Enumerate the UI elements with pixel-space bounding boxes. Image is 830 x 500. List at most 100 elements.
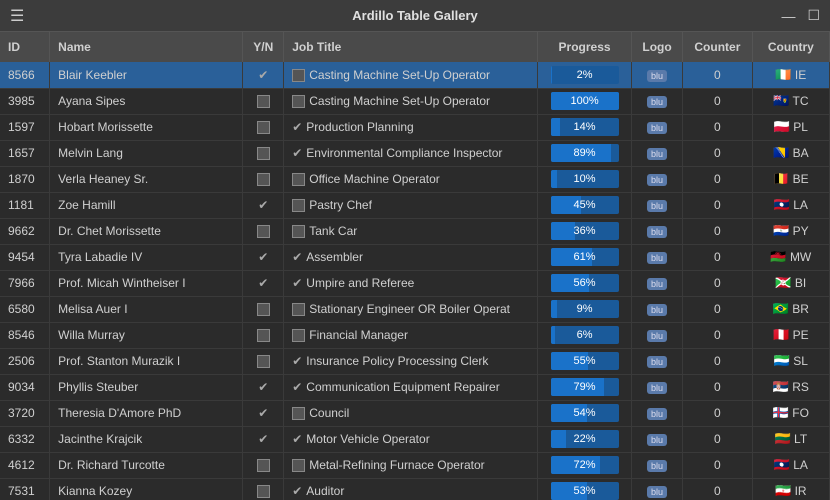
country-code: IE [795, 68, 806, 82]
yn-unchecked-icon [257, 355, 270, 368]
table-row[interactable]: 7966Prof. Micah Wintheiser I✔Umpire and … [0, 270, 830, 296]
col-header-logo[interactable]: Logo [631, 32, 682, 62]
cell-progress: 22% [538, 426, 632, 452]
logo-badge: blu [647, 330, 667, 342]
cell-counter: 0 [683, 166, 753, 192]
cell-country: 🇸🇱 SL [752, 348, 829, 374]
table-row[interactable]: 1597Hobart MorissetteProduction Planning… [0, 114, 830, 140]
cell-yn[interactable]: ✔ [243, 374, 284, 400]
cell-logo: blu [631, 192, 682, 218]
cell-counter: 0 [683, 88, 753, 114]
cell-name: Dr. Richard Turcotte [50, 452, 243, 478]
col-header-name[interactable]: Name [50, 32, 243, 62]
yn-unchecked-icon [257, 173, 270, 186]
table-row[interactable]: 6332Jacinthe Krajcik✔Motor Vehicle Opera… [0, 426, 830, 452]
cell-progress: 79% [538, 374, 632, 400]
progress-bar: 9% [551, 300, 619, 318]
country-code: MW [790, 250, 811, 264]
yn-checked-icon: ✔ [258, 198, 268, 212]
cell-jobtitle: Insurance Policy Processing Clerk [284, 348, 538, 374]
job-check-icon [292, 250, 306, 264]
table-row[interactable]: 4612Dr. Richard TurcotteMetal-Refining F… [0, 452, 830, 478]
cell-logo: blu [631, 114, 682, 140]
col-header-yn[interactable]: Y/N [243, 32, 284, 62]
progress-bar: 55% [551, 352, 619, 370]
cell-yn[interactable]: ✔ [243, 400, 284, 426]
cell-yn[interactable] [243, 478, 284, 500]
col-header-country[interactable]: Country [752, 32, 829, 62]
cell-progress: 55% [538, 348, 632, 374]
job-uncheck-icon [292, 69, 305, 82]
progress-label: 72% [551, 459, 619, 471]
col-header-progress[interactable]: Progress [538, 32, 632, 62]
cell-country: 🇷🇸 RS [752, 374, 829, 400]
table-row[interactable]: 8566Blair Keebler✔Casting Machine Set-Up… [0, 62, 830, 88]
cell-logo: blu [631, 140, 682, 166]
job-uncheck-icon [292, 407, 305, 420]
cell-yn[interactable]: ✔ [243, 62, 284, 88]
job-uncheck-icon [292, 173, 305, 186]
cell-yn[interactable]: ✔ [243, 244, 284, 270]
cell-yn[interactable] [243, 140, 284, 166]
hamburger-icon[interactable]: ☰ [10, 6, 24, 26]
cell-yn[interactable]: ✔ [243, 192, 284, 218]
cell-yn[interactable] [243, 348, 284, 374]
app-title: Ardillo Table Gallery [352, 8, 477, 23]
logo-badge: blu [647, 226, 667, 238]
cell-yn[interactable]: ✔ [243, 426, 284, 452]
cell-yn[interactable] [243, 88, 284, 114]
cell-name: Prof. Stanton Murazik I [50, 348, 243, 374]
col-header-id[interactable]: ID [0, 32, 50, 62]
cell-progress: 100% [538, 88, 632, 114]
cell-yn[interactable] [243, 452, 284, 478]
minimize-button[interactable]: — [781, 8, 795, 24]
table-row[interactable]: 8546Willa MurrayFinancial Manager 6% blu… [0, 322, 830, 348]
cell-progress: 53% [538, 478, 632, 500]
cell-yn[interactable] [243, 296, 284, 322]
table-row[interactable]: 9662Dr. Chet MorissetteTank Car 36% blu0… [0, 218, 830, 244]
progress-bar: 61% [551, 248, 619, 266]
job-uncheck-icon [292, 199, 305, 212]
table-row[interactable]: 3720Theresia D'Amore PhD✔Council 54% blu… [0, 400, 830, 426]
job-check-icon [292, 276, 306, 290]
cell-country: 🇮🇷 IR [752, 478, 829, 500]
progress-label: 2% [551, 69, 619, 81]
table-row[interactable]: 9454Tyra Labadie IV✔Assembler 61% blu0🇲🇼… [0, 244, 830, 270]
country-flag: 🇧🇮 [775, 275, 791, 290]
col-header-jobtitle[interactable]: Job Title [284, 32, 538, 62]
cell-jobtitle: Production Planning [284, 114, 538, 140]
cell-id: 7531 [0, 478, 50, 500]
table-row[interactable]: 1657Melvin LangEnvironmental Compliance … [0, 140, 830, 166]
country-code: PL [793, 120, 808, 134]
cell-counter: 0 [683, 296, 753, 322]
cell-yn[interactable] [243, 218, 284, 244]
table-row[interactable]: 9034Phyllis Steuber✔Communication Equipm… [0, 374, 830, 400]
maximize-button[interactable]: ☐ [807, 7, 820, 24]
table-row[interactable]: 1870Verla Heaney Sr.Office Machine Opera… [0, 166, 830, 192]
cell-counter: 0 [683, 62, 753, 88]
country-code: TC [792, 94, 808, 108]
table-row[interactable]: 2506Prof. Stanton Murazik IInsurance Pol… [0, 348, 830, 374]
table-row[interactable]: 6580Melisa Auer IStationary Engineer OR … [0, 296, 830, 322]
job-uncheck-icon [292, 95, 305, 108]
job-uncheck-icon [292, 329, 305, 342]
table-row[interactable]: 3985Ayana SipesCasting Machine Set-Up Op… [0, 88, 830, 114]
cell-yn[interactable] [243, 114, 284, 140]
cell-name: Kianna Kozey [50, 478, 243, 500]
cell-jobtitle: Communication Equipment Repairer [284, 374, 538, 400]
col-header-counter[interactable]: Counter [683, 32, 753, 62]
progress-bar: 56% [551, 274, 619, 292]
progress-bar: 2% [551, 66, 619, 84]
logo-badge: blu [647, 70, 667, 82]
main-table: ID Name Y/N Job Title Progress Logo Coun… [0, 32, 830, 500]
table-row[interactable]: 7531Kianna KozeyAuditor 53% blu0🇮🇷 IR [0, 478, 830, 500]
cell-counter: 0 [683, 270, 753, 296]
logo-badge: blu [647, 382, 667, 394]
cell-yn[interactable] [243, 166, 284, 192]
progress-bar: 45% [551, 196, 619, 214]
cell-yn[interactable] [243, 322, 284, 348]
progress-bar: 6% [551, 326, 619, 344]
cell-yn[interactable]: ✔ [243, 270, 284, 296]
country-flag: 🇧🇷 [773, 301, 789, 316]
table-row[interactable]: 1181Zoe Hamill✔Pastry Chef 45% blu0🇱🇦 LA [0, 192, 830, 218]
